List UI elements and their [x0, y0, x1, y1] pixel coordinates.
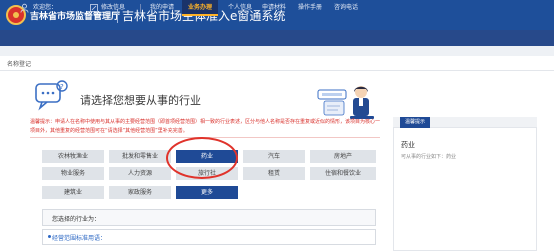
industry-hr[interactable]: 人力资源 — [109, 167, 171, 180]
tip-panel-tab: 温馨提示 — [400, 117, 431, 128]
industry-construction[interactable]: 建筑业 — [42, 186, 104, 199]
nav-my-applications[interactable]: 我的申请 — [150, 0, 174, 16]
industry-wholesale-retail[interactable]: 批发和零售业 — [109, 150, 171, 163]
nav-hotline[interactable]: 咨询电话 — [334, 0, 358, 16]
industry-housekeeping[interactable]: 家政服务 — [109, 186, 171, 199]
edit-icon[interactable] — [90, 4, 98, 12]
industry-automotive[interactable]: 汽车 — [243, 150, 305, 163]
nav-separator — [140, 4, 141, 12]
selection-highlight-ring — [166, 137, 238, 179]
more-industries-button[interactable]: 更多 — [176, 186, 238, 199]
industry-real-estate[interactable]: 房地产 — [310, 150, 376, 163]
bullet-dot-icon — [48, 235, 51, 238]
tip-panel-title: 药业 — [401, 141, 415, 149]
user-icon — [20, 3, 29, 13]
industry-leasing[interactable]: 租赁 — [243, 167, 305, 180]
industry-agriculture[interactable]: 农林牧渔业 — [42, 150, 104, 163]
welcome-text: 欢迎您： — [33, 4, 58, 11]
page-title: 请选择您想要从事的行业 — [80, 94, 201, 107]
notice-text: 温馨提示：申请人在名称中使用与其从事的主要经营范围（即首项经营范围）相一致的行业… — [30, 119, 381, 134]
business-scope-link[interactable]: 经营范围标准用语： — [52, 233, 106, 242]
service-illustration-icon — [317, 86, 374, 119]
nav-personal-info[interactable]: 个人信息 — [228, 0, 252, 16]
tip-panel — [393, 117, 537, 251]
breadcrumb-divider — [0, 70, 554, 71]
nav-business[interactable]: 业务办理 — [182, 0, 219, 16]
nav-materials[interactable]: 申请材料 — [262, 0, 286, 16]
breadcrumb: 名称登记 — [7, 61, 32, 68]
question-bubble-icon: ? — [35, 80, 68, 111]
chosen-industry-label: 您选择的行业为： — [52, 216, 101, 223]
industry-property-services[interactable]: 物业服务 — [42, 167, 104, 180]
nav-manual[interactable]: 操作手册 — [298, 0, 322, 16]
edit-info-link[interactable]: 修改信息 — [101, 0, 125, 16]
industry-hospitality[interactable]: 住宿和餐饮业 — [310, 167, 376, 180]
top-navbar — [0, 30, 554, 46]
svg-text:?: ? — [60, 83, 64, 91]
tip-panel-subtitle: 可从事的行业如下：药业 — [401, 154, 457, 160]
